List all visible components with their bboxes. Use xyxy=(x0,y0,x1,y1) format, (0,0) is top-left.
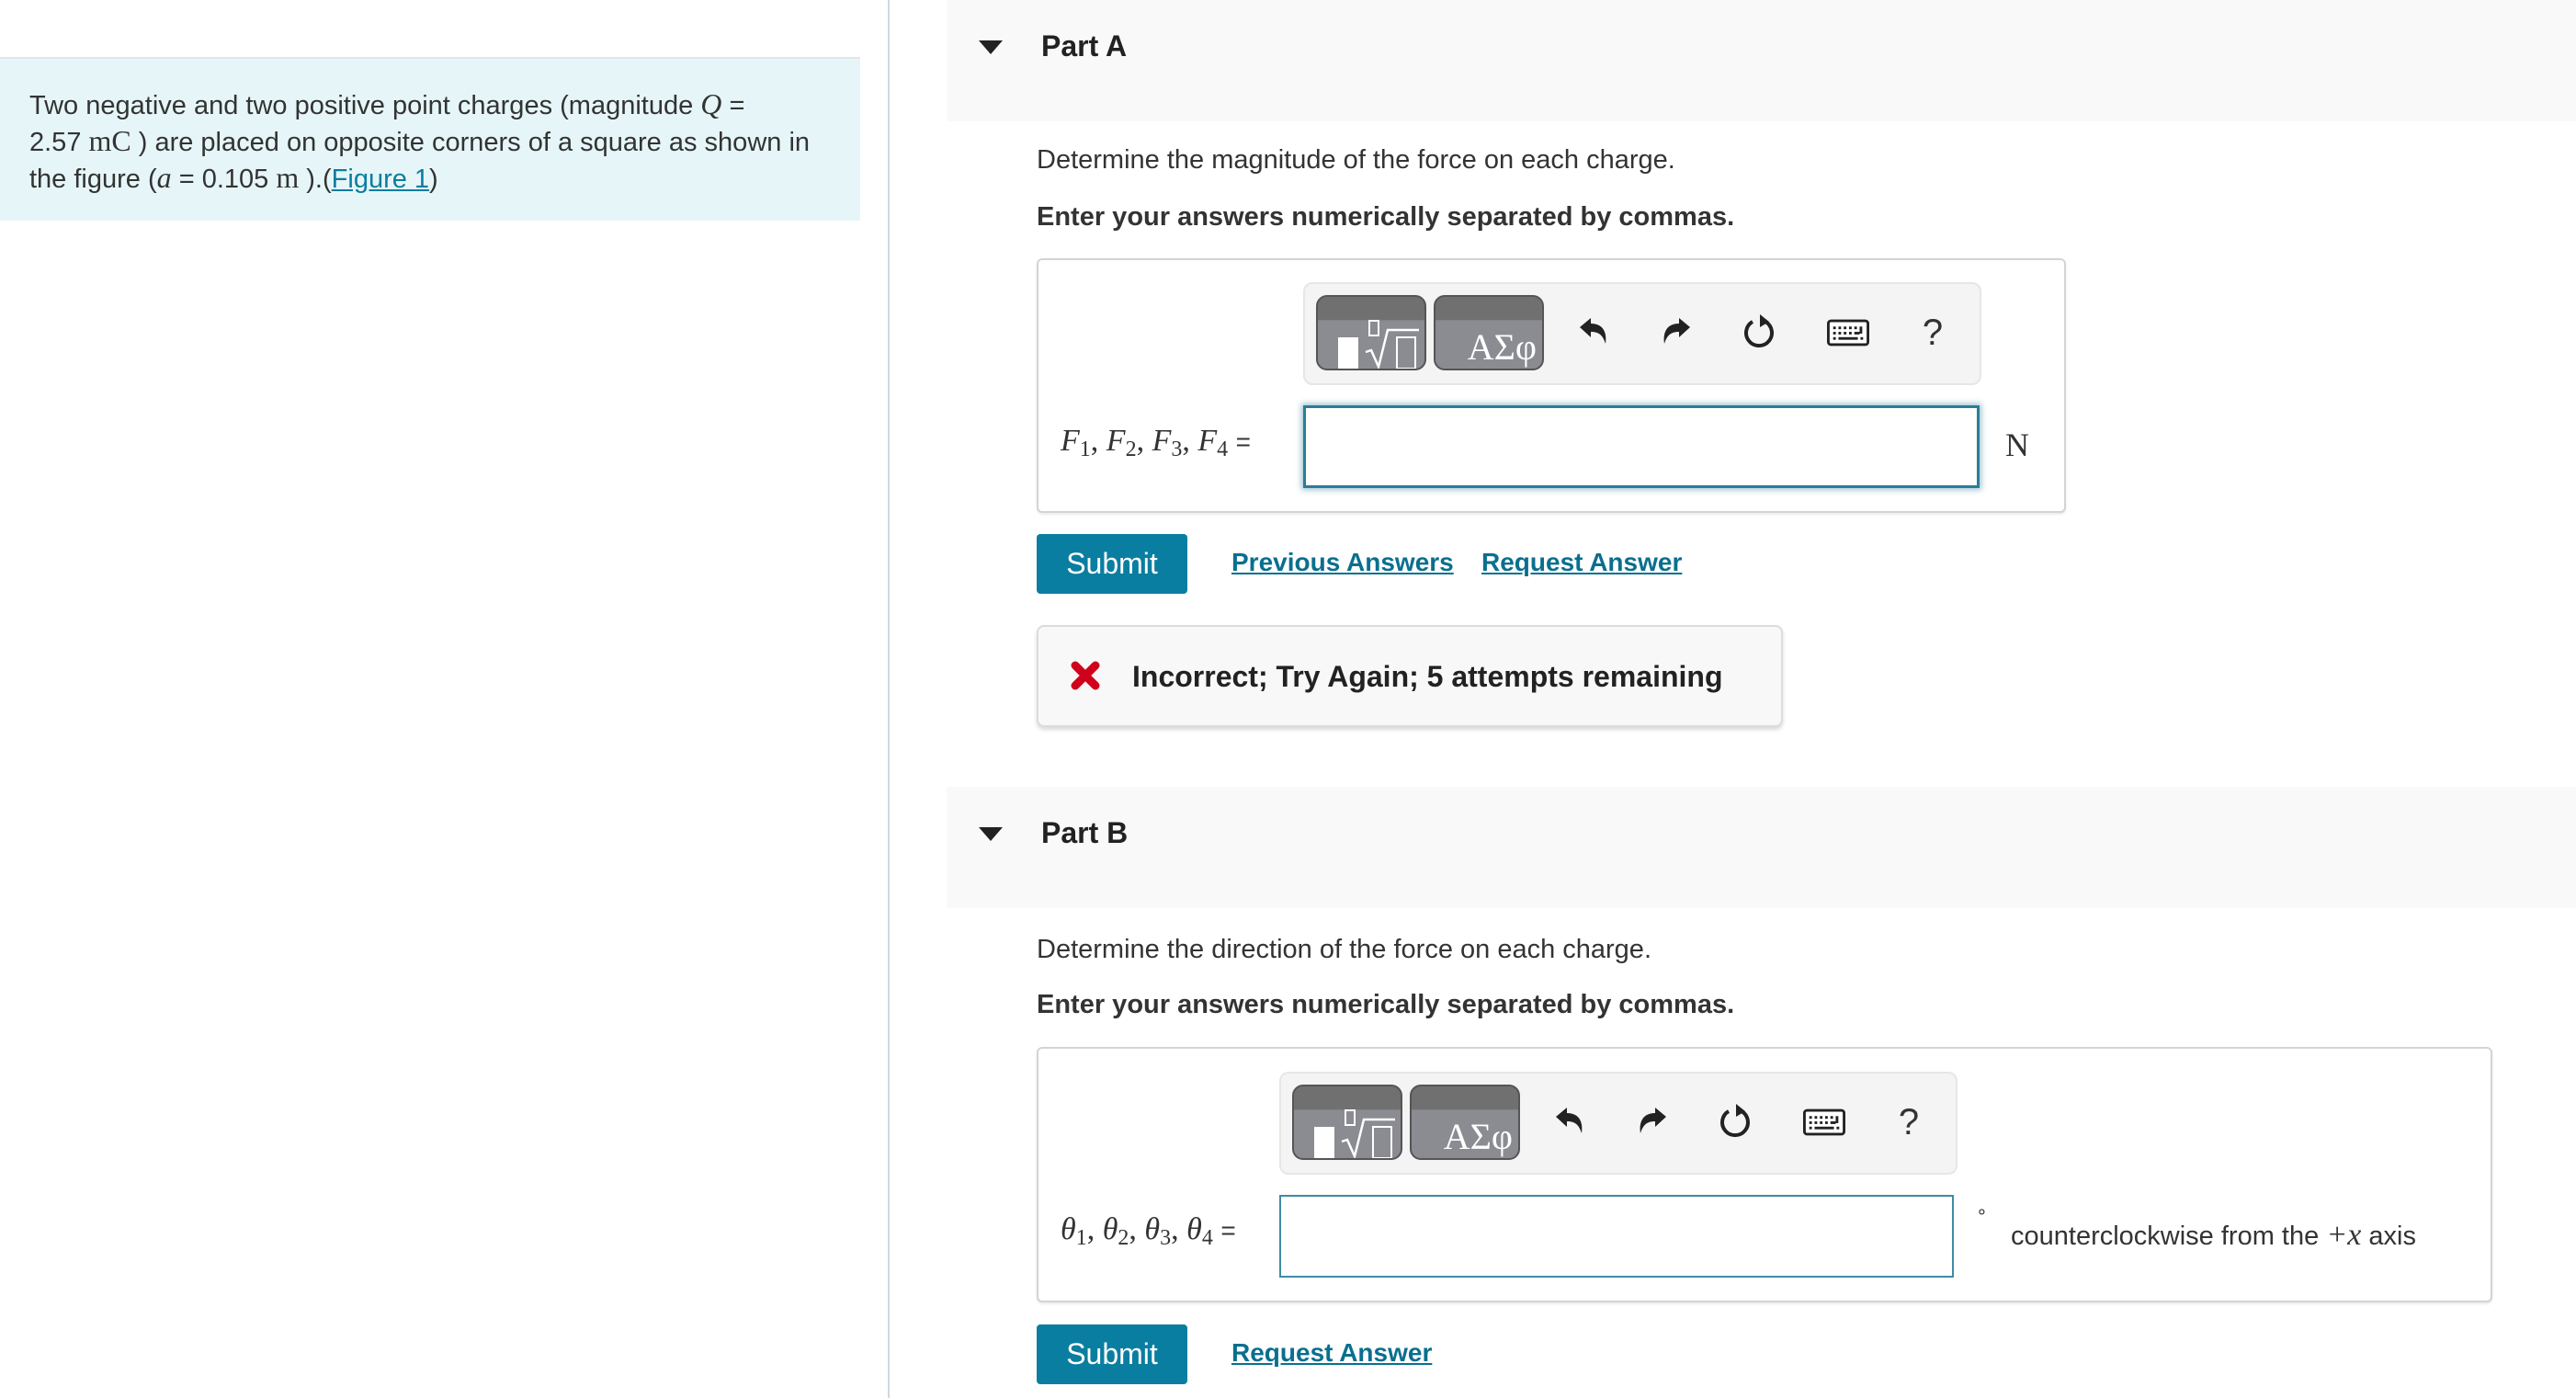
templates-button[interactable] xyxy=(1316,295,1426,370)
redo-icon[interactable] xyxy=(1632,1101,1674,1143)
templates-button[interactable] xyxy=(1292,1085,1402,1160)
part-b-submit-button[interactable]: Submit xyxy=(1037,1324,1187,1384)
part-a-title: Part A xyxy=(1041,29,1128,63)
part-a-answer-box: ΑΣφ ? F1, F2, F3, F4 = N xyxy=(1037,258,2066,513)
problem-statement: Two negative and two positive point char… xyxy=(0,57,860,221)
template-square-icon xyxy=(1314,1127,1334,1158)
reset-icon[interactable] xyxy=(1739,312,1781,354)
help-button[interactable]: ? xyxy=(1888,1101,1930,1143)
symbols-button[interactable]: ΑΣφ xyxy=(1410,1085,1520,1160)
previous-answers-link[interactable]: Previous Answers xyxy=(1231,548,1454,577)
template-square-icon xyxy=(1338,337,1358,369)
part-b-instruction: Enter your answers numerically separated… xyxy=(1037,990,1735,1019)
part-b-answer-input[interactable] xyxy=(1279,1195,1954,1278)
problem-text: Two negative and two positive point char… xyxy=(29,91,701,120)
part-a-submit-button[interactable]: Submit xyxy=(1037,534,1187,594)
feedback-incorrect: Incorrect; Try Again; 5 attempts remaini… xyxy=(1037,625,1783,727)
part-a-request-answer-link[interactable]: Request Answer xyxy=(1481,548,1682,577)
undo-icon[interactable] xyxy=(1572,312,1614,354)
undo-icon[interactable] xyxy=(1548,1101,1590,1143)
Q-value: 2.57 mC xyxy=(29,124,131,157)
radical-icon xyxy=(1341,1109,1395,1158)
x-icon xyxy=(1071,661,1100,690)
keyboard-icon[interactable] xyxy=(1827,312,1869,354)
a-symbol: a xyxy=(156,161,172,194)
a-unit: m xyxy=(276,161,300,194)
part-b-answer-box: ΑΣφ ? θ1, θ2, θ3, θ4 = ° counterclockwis… xyxy=(1037,1047,2492,1302)
redo-icon[interactable] xyxy=(1656,312,1698,354)
part-b-unit-text: counterclockwise from the +x axis xyxy=(2011,1218,2416,1252)
part-a-answer-input[interactable] xyxy=(1303,405,1980,488)
part-a-header[interactable]: Part A xyxy=(947,0,2576,121)
part-b-title: Part B xyxy=(1041,816,1129,849)
part-b-header[interactable]: Part B xyxy=(947,787,2576,908)
radical-icon xyxy=(1365,320,1419,369)
part-a-instruction: Enter your answers numerically separated… xyxy=(1037,202,1735,232)
triangle-down-icon[interactable] xyxy=(979,40,1003,54)
panel-divider xyxy=(888,0,890,1398)
help-button[interactable]: ? xyxy=(1912,312,1954,354)
feedback-message: Incorrect; Try Again; 5 attempts remaini… xyxy=(1132,660,1723,693)
Q-symbol: Q xyxy=(700,87,722,120)
part-b-request-answer-link[interactable]: Request Answer xyxy=(1231,1338,1432,1368)
figure-link[interactable]: Figure 1 xyxy=(332,165,429,194)
part-b-question: Determine the direction of the force on … xyxy=(1037,935,1651,964)
reset-icon[interactable] xyxy=(1715,1101,1757,1143)
part-a-question: Determine the magnitude of the force on … xyxy=(1037,145,1675,175)
part-a-variable-label: F1, F2, F3, F4 = xyxy=(1061,424,1251,461)
part-b-variable-label: θ1, θ2, θ3, θ4 = xyxy=(1061,1212,1236,1250)
degree-symbol: ° xyxy=(1978,1205,1986,1228)
math-toolbar: ΑΣφ ? xyxy=(1279,1072,1958,1175)
keyboard-icon[interactable] xyxy=(1803,1101,1845,1143)
part-a-unit: N xyxy=(2005,426,2029,463)
symbols-button[interactable]: ΑΣφ xyxy=(1434,295,1544,370)
triangle-down-icon[interactable] xyxy=(979,827,1003,841)
math-toolbar: ΑΣφ ? xyxy=(1303,282,1981,385)
